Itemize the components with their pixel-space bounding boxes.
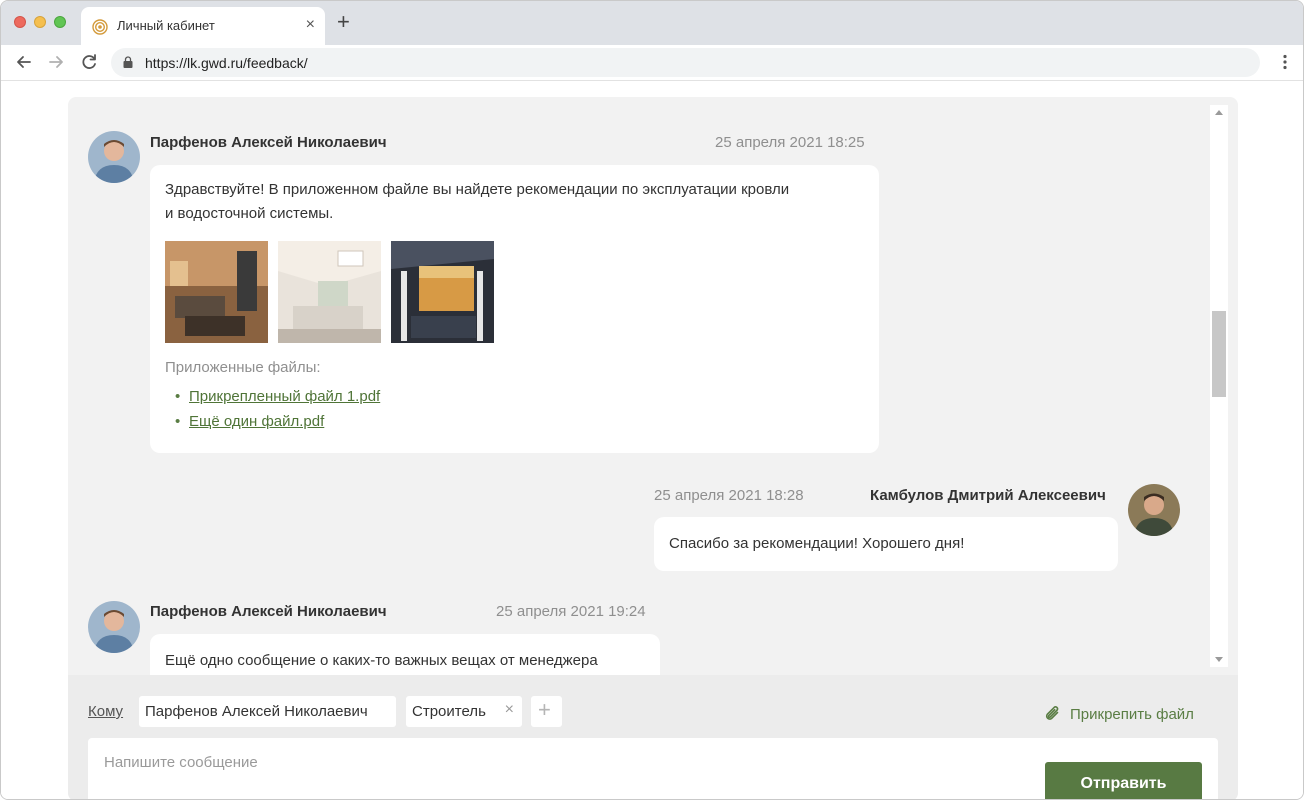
tab-close-icon[interactable]: × [306,16,315,34]
message-time: 25 апреля 2021 18:28 [654,487,804,504]
recipients-label[interactable]: Кому [88,703,123,720]
attached-image[interactable] [278,241,381,343]
forward-arrow-icon[interactable] [45,51,67,73]
remove-recipient-icon[interactable]: × [505,701,514,719]
message-author: Парфенов Алексей Николаевич [150,603,387,620]
message-text-line: Здравствуйте! В приложенном файле вы най… [165,181,790,198]
message-composer: Кому Парфенов Алексей Николаевич Строите… [68,675,1238,799]
address-bar[interactable]: https://lk.gwd.ru/feedback/ [111,48,1260,77]
file-link[interactable]: Ещё один файл.pdf [189,413,324,430]
browser-tab[interactable]: Личный кабинет × [81,7,325,45]
avatar [88,601,140,653]
chat-thread[interactable]: Парфенов Алексей Николаевич 25 апреля 20… [68,97,1208,675]
attached-files-label: Приложенные файлы: [165,359,321,376]
url-text: https://lk.gwd.ru/feedback/ [145,55,308,71]
message-bubble: Ещё одно сообщение о каких-то важных вещ… [150,634,660,675]
scroll-down-icon[interactable] [1215,657,1223,662]
scrollbar-thumb[interactable] [1212,311,1226,397]
recipient-chip[interactable]: Парфенов Алексей Николаевич [139,696,396,727]
message-time: 25 апреля 2021 18:25 [715,134,865,151]
maximize-window-button[interactable] [54,16,66,28]
recipient-name: Парфенов Алексей Николаевич [145,703,368,720]
recipient-chip[interactable]: Строитель × [406,696,522,727]
tab-strip: Личный кабинет × + [1,1,1303,45]
feedback-panel: Парфенов Алексей Николаевич 25 апреля 20… [68,97,1238,799]
attach-file-button[interactable]: Прикрепить файл [1043,704,1213,726]
attached-image[interactable] [391,241,494,343]
message-author: Парфенов Алексей Николаевич [150,134,387,151]
recipient-name: Строитель [412,703,486,720]
browser-menu-icon[interactable] [1283,54,1287,70]
message-text-line: и водосточной системы. [165,205,334,222]
message-author: Камбулов Дмитрий Алексеевич [870,487,1106,504]
message-time: 25 апреля 2021 19:24 [496,603,646,620]
add-recipient-button[interactable]: + [531,696,562,727]
lock-icon [123,56,133,68]
minimize-window-button[interactable] [34,16,46,28]
browser-window: Личный кабинет × + https://lk.gwd.ru/fee… [0,0,1304,800]
message-bubble: Спасибо за рекомендации! Хорошего дня! [654,517,1118,571]
message-text: Спасибо за рекомендации! Хорошего дня! [669,535,965,552]
avatar [1128,484,1180,536]
scroll-up-icon[interactable] [1215,110,1223,115]
site-logo-icon [92,19,108,35]
chat-scrollbar[interactable] [1210,105,1228,667]
new-tab-button[interactable]: + [337,11,350,33]
close-window-button[interactable] [14,16,26,28]
plus-icon: + [538,697,551,722]
browser-toolbar: https://lk.gwd.ru/feedback/ [1,45,1303,81]
avatar [88,131,140,183]
attach-file-label: Прикрепить файл [1070,706,1194,723]
back-arrow-icon[interactable] [13,51,35,73]
tab-title: Личный кабинет [117,18,215,33]
send-button[interactable]: Отправить [1045,762,1202,799]
paperclip-icon [1045,706,1059,720]
message-text: Ещё одно сообщение о каких-то важных вещ… [165,652,598,669]
bullet-icon: • [175,413,181,430]
message-bubble: Здравствуйте! В приложенном файле вы най… [150,165,879,453]
page-content: Парфенов Алексей Николаевич 25 апреля 20… [1,82,1303,799]
file-link[interactable]: Прикрепленный файл 1.pdf [189,388,380,405]
reload-icon[interactable] [78,51,100,73]
bullet-icon: • [175,388,181,405]
attached-image[interactable] [165,241,268,343]
